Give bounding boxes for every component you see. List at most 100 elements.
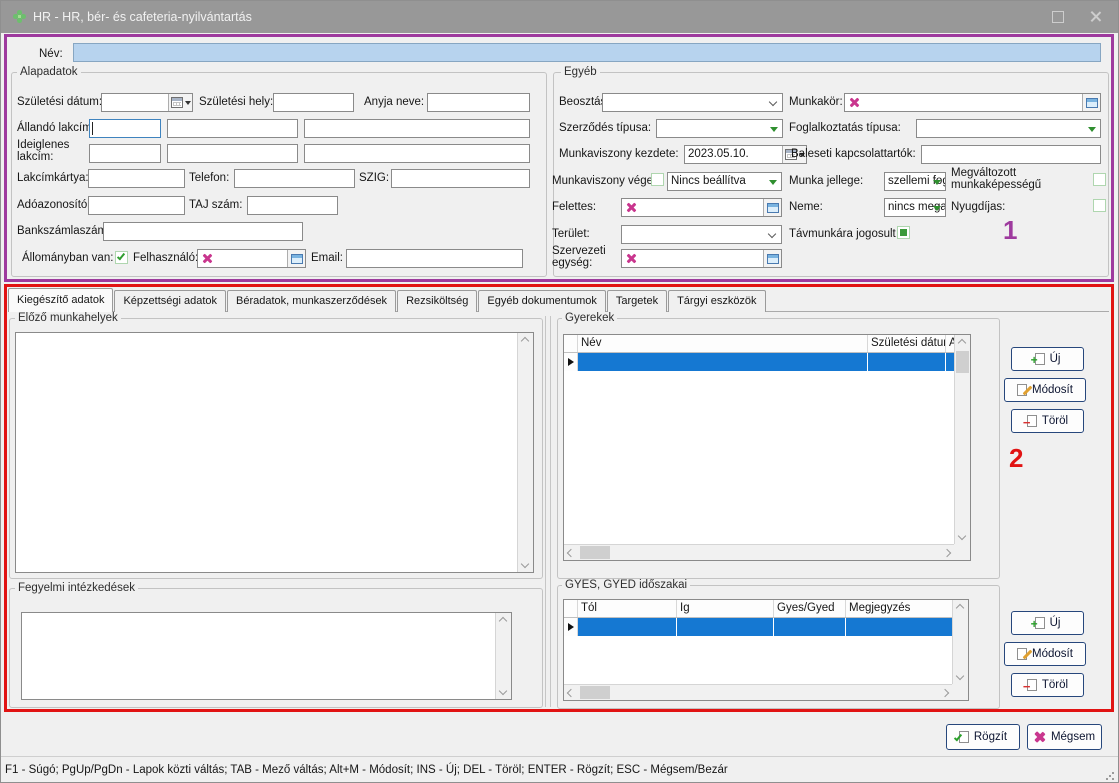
birth-place-input[interactable] (273, 93, 354, 112)
maximize-icon[interactable] (1052, 11, 1064, 23)
lookup-clear-icon[interactable] (626, 202, 637, 213)
title-bar[interactable]: HR - HR, bér- és cafeteria-nyilvántartás (1, 1, 1118, 33)
gyes-table-header[interactable]: Tól Ig Gyes/Gyed Megjegyzés (564, 600, 952, 618)
job-role-lookup-input[interactable] (844, 93, 1101, 112)
in-staff-checkbox[interactable] (115, 251, 128, 264)
scroll-left-icon[interactable] (567, 689, 575, 697)
permanent-address-city-input[interactable] (167, 119, 298, 138)
scroll-up-icon[interactable] (956, 604, 964, 612)
remote-work-checkbox[interactable] (897, 226, 910, 239)
column-header-megjegyzes[interactable]: Megjegyzés (846, 600, 952, 617)
id-card-input[interactable] (391, 169, 530, 188)
supervisor-lookup-button[interactable] (763, 199, 781, 216)
column-header-a[interactable]: A (946, 335, 954, 352)
scrollbar-vertical[interactable] (952, 600, 968, 684)
scroll-up-icon[interactable] (958, 339, 966, 347)
scroll-right-icon[interactable] (941, 689, 949, 697)
employment-end-combo[interactable]: Nincs beállítva (667, 172, 782, 191)
column-header-tol[interactable]: Tól (578, 600, 677, 617)
temporary-address-street-input[interactable] (304, 144, 530, 163)
tab-targyi-eszkozok[interactable]: Tárgyi eszközök (668, 290, 765, 312)
gyes-edit-button[interactable]: Módosít (1004, 642, 1086, 666)
mother-name-input[interactable] (427, 93, 530, 112)
column-header-ig[interactable]: Ig (677, 600, 774, 617)
scroll-left-icon[interactable] (567, 549, 575, 557)
accident-contacts-input[interactable] (921, 145, 1101, 164)
tab-beradatok[interactable]: Béradatok, munkaszerződések (227, 290, 396, 312)
employment-start-input[interactable]: 2023.05.10. (684, 145, 807, 164)
tab-targetek[interactable]: Targetek (607, 290, 667, 312)
work-nature-combo[interactable]: szellemi fogl (884, 172, 946, 191)
job-role-lookup-button[interactable] (1082, 94, 1100, 111)
lookup-clear-icon[interactable] (202, 253, 213, 264)
scrollbar-thumb[interactable] (956, 351, 969, 373)
reduced-capacity-checkbox[interactable] (1093, 173, 1106, 186)
tab-egyeb-dokumentumok[interactable]: Egyéb dokumentumok (478, 290, 605, 312)
permanent-address-street-input[interactable] (304, 119, 530, 138)
retired-checkbox[interactable] (1093, 199, 1106, 212)
employment-end-checkbox[interactable] (651, 173, 664, 186)
splitter[interactable] (550, 316, 551, 707)
column-header-gyes-gyed[interactable]: Gyes/Gyed (774, 600, 846, 617)
scrollbar-horizontal[interactable] (564, 684, 952, 700)
scrollbar-vertical[interactable] (517, 333, 533, 572)
scroll-down-icon[interactable] (956, 672, 964, 680)
position-combo[interactable] (602, 93, 783, 112)
org-unit-lookup-input[interactable] (621, 249, 782, 268)
lookup-clear-icon[interactable] (849, 97, 860, 108)
email-input[interactable] (346, 249, 523, 268)
birth-date-input[interactable] (101, 93, 193, 112)
scrollbar-vertical[interactable] (495, 613, 511, 699)
taj-input[interactable] (247, 196, 338, 215)
scroll-up-icon[interactable] (499, 617, 507, 625)
scroll-down-icon[interactable] (499, 687, 507, 695)
scroll-up-icon[interactable] (521, 337, 529, 345)
gender-combo[interactable]: nincs megad (884, 198, 946, 217)
gyerekek-table[interactable]: Név Születési dátum A (563, 334, 971, 561)
scroll-right-icon[interactable] (943, 549, 951, 557)
gyes-new-button[interactable]: + Új (1011, 611, 1084, 635)
column-header-nev[interactable]: Név (578, 335, 868, 352)
supervisor-lookup-input[interactable] (621, 198, 782, 217)
close-icon[interactable] (1089, 10, 1102, 23)
gyerekek-selected-row[interactable] (564, 353, 954, 371)
user-lookup-input[interactable] (197, 249, 306, 268)
scrollbar-thumb[interactable] (580, 686, 610, 699)
contract-type-combo[interactable] (656, 119, 783, 138)
address-card-input[interactable] (88, 169, 185, 188)
gyerekek-edit-button[interactable]: Módosít (1004, 378, 1086, 402)
column-header-szuletesi-datum[interactable]: Születési dátum (868, 335, 946, 352)
permanent-address-zip-input[interactable] (89, 119, 161, 138)
cancel-button[interactable]: Mégsem (1027, 724, 1102, 750)
scrollbar-horizontal[interactable] (564, 544, 954, 560)
birth-date-picker-button[interactable] (168, 94, 192, 111)
splitter[interactable] (545, 316, 546, 707)
gyes-delete-button[interactable]: − Töröl (1011, 673, 1084, 697)
employment-type-combo[interactable] (916, 119, 1101, 138)
bank-account-input[interactable] (103, 222, 303, 241)
fegyelmi-list[interactable] (21, 612, 512, 700)
temporary-address-zip-input[interactable] (89, 144, 161, 163)
tab-rezsikoltseg[interactable]: Rezsiköltség (397, 290, 477, 312)
gyerekek-table-header[interactable]: Név Születési dátum A (564, 335, 954, 353)
lookup-clear-icon[interactable] (626, 253, 637, 264)
scroll-down-icon[interactable] (521, 560, 529, 568)
gyes-table[interactable]: Tól Ig Gyes/Gyed Megjegyzés (563, 599, 969, 701)
temporary-address-city-input[interactable] (167, 144, 298, 163)
org-unit-lookup-button[interactable] (763, 250, 781, 267)
gyerekek-delete-button[interactable]: − Töröl (1011, 409, 1084, 433)
save-button[interactable]: Rögzít (946, 724, 1020, 750)
scrollbar-vertical[interactable] (954, 335, 970, 544)
tax-id-input[interactable] (88, 196, 185, 215)
area-combo[interactable] (621, 225, 782, 244)
elozo-munkahelyek-list[interactable] (15, 332, 534, 573)
name-input[interactable] (73, 43, 1101, 62)
phone-input[interactable] (234, 169, 355, 188)
user-lookup-button[interactable] (287, 250, 305, 267)
scroll-down-icon[interactable] (958, 532, 966, 540)
gyes-selected-row[interactable] (564, 618, 952, 636)
scrollbar-thumb[interactable] (580, 546, 610, 559)
gyerekek-new-button[interactable]: + Új (1011, 347, 1084, 371)
resize-grip-icon[interactable] (1104, 770, 1116, 782)
tab-kepzettsegi-adatok[interactable]: Képzettségi adatok (114, 290, 226, 312)
